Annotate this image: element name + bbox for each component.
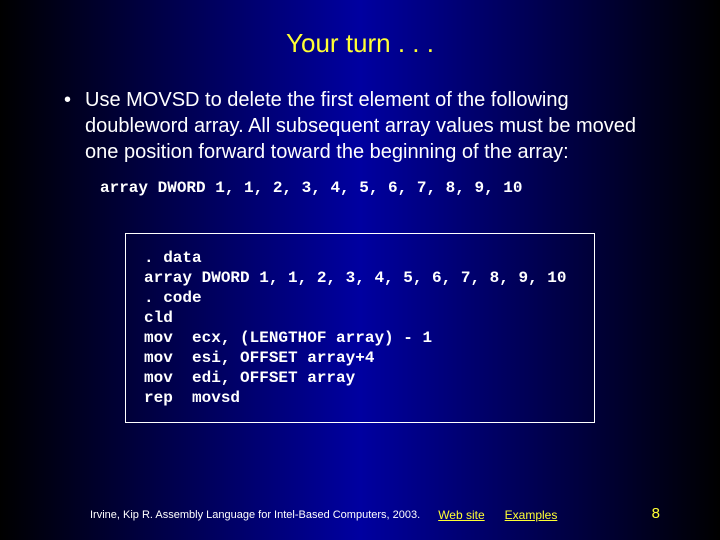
footer: Irvine, Kip R. Assembly Language for Int…: [0, 508, 720, 522]
website-link[interactable]: Web site: [438, 508, 484, 522]
bullet-text: Use MOVSD to delete the first element of…: [85, 87, 664, 165]
slide-content: • Use MOVSD to delete the first element …: [0, 59, 720, 423]
code-box: . data array DWORD 1, 1, 2, 3, 4, 5, 6, …: [125, 233, 595, 423]
bullet-item: • Use MOVSD to delete the first element …: [56, 87, 664, 165]
examples-link[interactable]: Examples: [505, 508, 558, 522]
footer-credit: Irvine, Kip R. Assembly Language for Int…: [90, 509, 420, 521]
slide-title: Your turn . . .: [0, 0, 720, 59]
page-number: 8: [652, 505, 660, 522]
bullet-marker: •: [64, 87, 71, 113]
array-declaration: array DWORD 1, 1, 2, 3, 4, 5, 6, 7, 8, 9…: [100, 179, 664, 197]
